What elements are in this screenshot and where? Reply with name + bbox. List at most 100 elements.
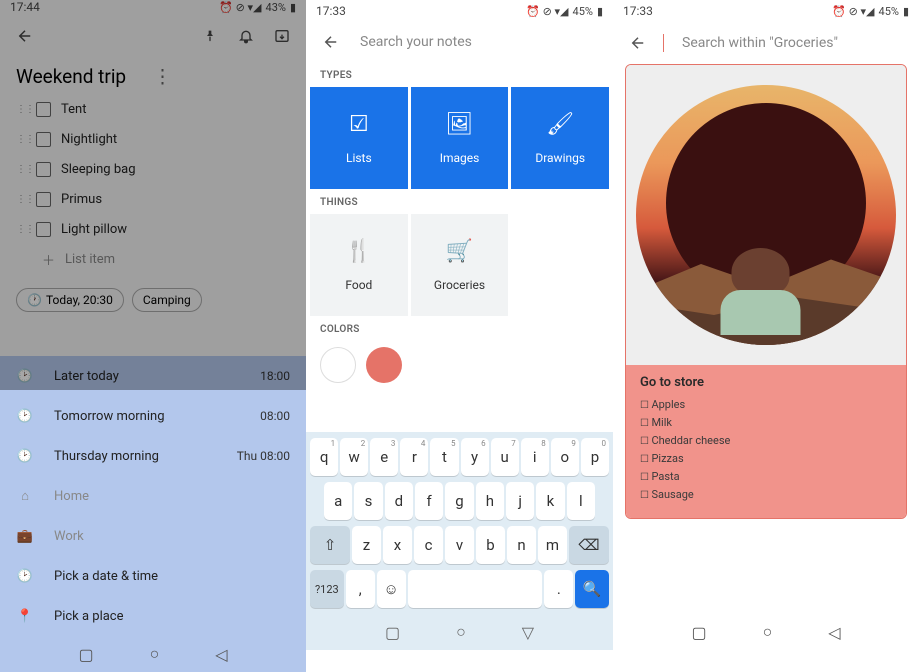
note-list-item: Pizzas bbox=[640, 450, 892, 468]
key-space[interactable] bbox=[408, 570, 543, 608]
note-toolbar bbox=[16, 14, 290, 58]
back-icon[interactable] bbox=[629, 34, 647, 52]
key-period[interactable]: . bbox=[544, 570, 573, 608]
key-z[interactable]: z bbox=[352, 526, 381, 564]
drag-handle-icon[interactable]: ⋮⋮ bbox=[16, 224, 26, 235]
filter-tile-groceries[interactable]: 🛒 Groceries bbox=[411, 214, 509, 316]
key-b[interactable]: b bbox=[476, 526, 505, 564]
back-icon[interactable] bbox=[16, 27, 34, 45]
key-i[interactable]: i8 bbox=[521, 438, 549, 476]
cart-icon: 🛒 bbox=[446, 239, 473, 264]
pin-icon[interactable] bbox=[202, 28, 218, 44]
key-s[interactable]: s bbox=[354, 482, 382, 520]
key-u[interactable]: u7 bbox=[491, 438, 519, 476]
checkbox[interactable] bbox=[36, 102, 51, 117]
nav-recent-icon[interactable]: ▢ bbox=[385, 623, 400, 642]
filter-tile-images[interactable]: 🖼 Images bbox=[411, 87, 509, 189]
reminder-option[interactable]: 🕑 Tomorrow morning 08:00 bbox=[0, 396, 306, 436]
note-card[interactable]: Go to store ApplesMilkCheddar cheesePizz… bbox=[625, 64, 907, 519]
back-icon[interactable] bbox=[322, 33, 340, 51]
list-item[interactable]: ⋮⋮ Tent bbox=[16, 94, 290, 124]
list-item[interactable]: ⋮⋮ Primus bbox=[16, 184, 290, 214]
color-coral[interactable] bbox=[366, 347, 402, 383]
key-a[interactable]: a bbox=[324, 482, 352, 520]
key-g[interactable]: g bbox=[445, 482, 473, 520]
drag-handle-icon[interactable]: ⋮⋮ bbox=[16, 134, 26, 145]
reminder-label: Thursday morning bbox=[54, 449, 217, 464]
plus-icon: ＋ bbox=[42, 250, 55, 269]
nav-back-icon[interactable]: ◁ bbox=[828, 623, 840, 642]
key-p[interactable]: p0 bbox=[581, 438, 609, 476]
key-t[interactable]: t5 bbox=[430, 438, 458, 476]
reminder-bottom-sheet: 🕑 Later today 18:00 🕑 Tomorrow morning 0… bbox=[0, 356, 306, 672]
status-bar: 17:44 ⏰ ⊘ ▾◢ 43% ▮ bbox=[0, 0, 306, 14]
key-m[interactable]: m bbox=[538, 526, 567, 564]
key-o[interactable]: o9 bbox=[551, 438, 579, 476]
note-list-item: Pasta bbox=[640, 468, 892, 486]
nav-recent-icon[interactable]: ▢ bbox=[78, 645, 93, 664]
key-symbols[interactable]: ?123 bbox=[310, 570, 344, 608]
key-r[interactable]: r4 bbox=[400, 438, 428, 476]
reminder-icon[interactable] bbox=[238, 28, 254, 44]
checkbox[interactable] bbox=[36, 132, 51, 147]
key-w[interactable]: w2 bbox=[340, 438, 368, 476]
filter-tile-drawings[interactable]: 🖌 Drawings bbox=[511, 87, 609, 189]
nav-back-icon[interactable]: ▽ bbox=[522, 623, 534, 642]
clock-icon: 🕐 bbox=[27, 293, 42, 307]
add-list-item[interactable]: ＋ List item bbox=[16, 244, 290, 274]
note-image bbox=[626, 65, 906, 365]
drag-handle-icon[interactable]: ⋮⋮ bbox=[16, 104, 26, 115]
key-j[interactable]: j bbox=[506, 482, 534, 520]
tag-chip[interactable]: Camping bbox=[132, 288, 202, 312]
nav-home-icon[interactable]: ○ bbox=[150, 644, 160, 664]
key-x[interactable]: x bbox=[383, 526, 412, 564]
reminder-chip[interactable]: 🕐 Today, 20:30 bbox=[16, 288, 124, 312]
search-bar[interactable]: Search your notes bbox=[306, 22, 613, 62]
key-backspace[interactable]: ⌫ bbox=[569, 526, 609, 564]
key-q[interactable]: q1 bbox=[310, 438, 338, 476]
note-title[interactable]: Weekend trip bbox=[16, 65, 153, 88]
key-d[interactable]: d bbox=[385, 482, 413, 520]
checkbox[interactable] bbox=[36, 222, 51, 237]
reminder-option[interactable]: 🕑 Later today 18:00 bbox=[0, 356, 306, 396]
reminder-option[interactable]: 🕑 Pick a date & time bbox=[0, 556, 306, 596]
checkbox[interactable] bbox=[36, 162, 51, 177]
key-k[interactable]: k bbox=[536, 482, 564, 520]
checkbox[interactable] bbox=[36, 192, 51, 207]
reminder-option[interactable]: 📍 Pick a place bbox=[0, 596, 306, 636]
types-label: TYPES bbox=[306, 62, 613, 87]
color-white[interactable] bbox=[320, 347, 356, 383]
filter-tile-lists[interactable]: ☑ Lists bbox=[310, 87, 408, 189]
search-bar[interactable]: Search within "Groceries" bbox=[613, 22, 919, 64]
note-list-item: Cheddar cheese bbox=[640, 432, 892, 450]
list-item-label: Nightlight bbox=[61, 132, 117, 147]
drag-handle-icon[interactable]: ⋮⋮ bbox=[16, 164, 26, 175]
key-f[interactable]: f bbox=[415, 482, 443, 520]
key-c[interactable]: c bbox=[414, 526, 443, 564]
list-item[interactable]: ⋮⋮ Nightlight bbox=[16, 124, 290, 154]
key-h[interactable]: h bbox=[476, 482, 504, 520]
list-item[interactable]: ⋮⋮ Light pillow bbox=[16, 214, 290, 244]
more-icon[interactable]: ⋮ bbox=[153, 65, 290, 88]
key-v[interactable]: v bbox=[445, 526, 474, 564]
note-edit-screen: 17:44 ⏰ ⊘ ▾◢ 43% ▮ Weekend trip ⋮ ⋮⋮ Te bbox=[0, 0, 306, 650]
nav-home-icon[interactable]: ○ bbox=[456, 622, 466, 642]
key-search[interactable]: 🔍 bbox=[575, 570, 609, 608]
text-cursor bbox=[663, 34, 664, 52]
key-n[interactable]: n bbox=[507, 526, 536, 564]
filter-tile-food[interactable]: 🍴 Food bbox=[310, 214, 408, 316]
key-comma[interactable]: , bbox=[346, 570, 375, 608]
key-shift[interactable]: ⇧ bbox=[310, 526, 350, 564]
drag-handle-icon[interactable]: ⋮⋮ bbox=[16, 194, 26, 205]
reminder-option[interactable]: 🕑 Thursday morning Thu 08:00 bbox=[0, 436, 306, 476]
list-item[interactable]: ⋮⋮ Sleeping bag bbox=[16, 154, 290, 184]
nav-recent-icon[interactable]: ▢ bbox=[691, 623, 706, 642]
nav-home-icon[interactable]: ○ bbox=[763, 622, 773, 642]
key-e[interactable]: e3 bbox=[370, 438, 398, 476]
key-y[interactable]: y6 bbox=[461, 438, 489, 476]
archive-icon[interactable] bbox=[274, 28, 290, 44]
key-emoji[interactable]: ☺ bbox=[377, 570, 406, 608]
key-l[interactable]: l bbox=[567, 482, 595, 520]
tile-label: Images bbox=[440, 151, 480, 165]
nav-back-icon[interactable]: ◁ bbox=[215, 645, 227, 664]
